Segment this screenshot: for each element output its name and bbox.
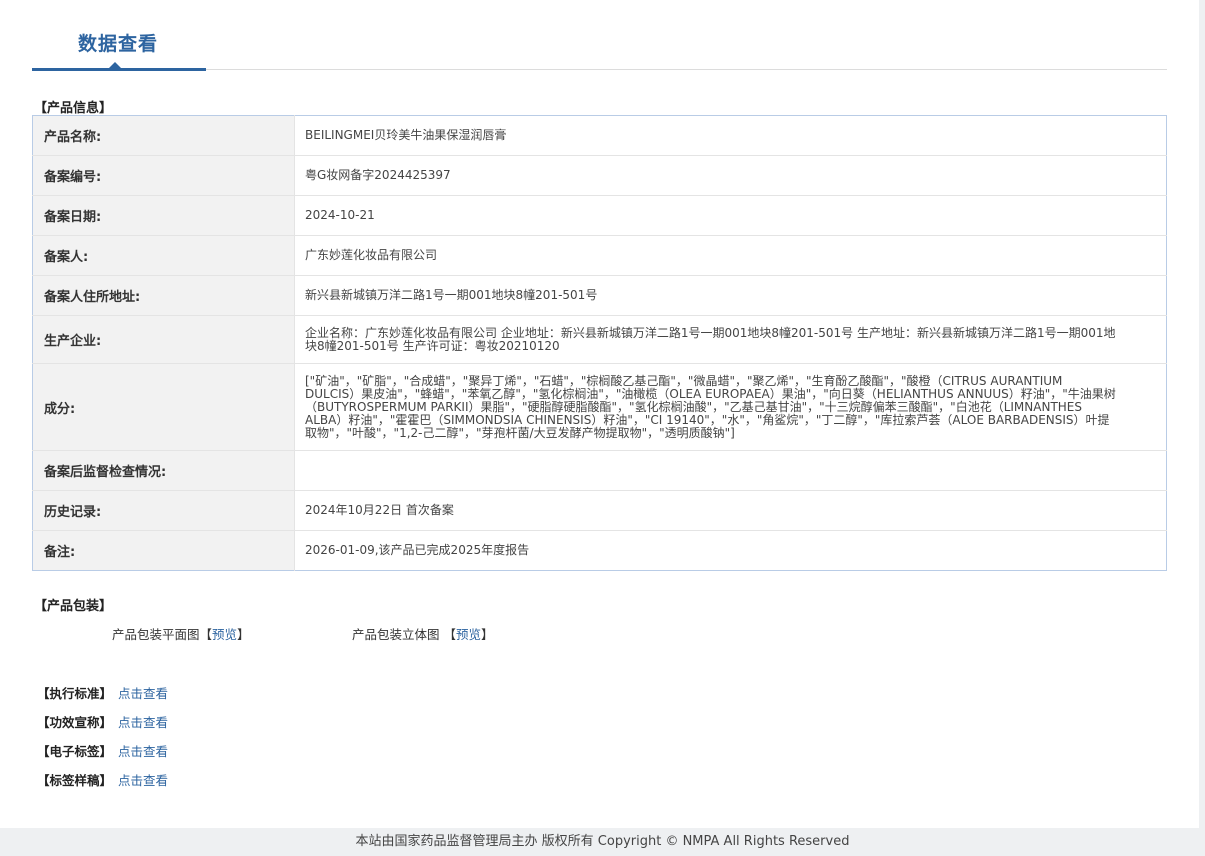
table-row: 生产企业: 企业名称：广东妙莲化妆品有限公司 企业地址：新兴县新城镇万洋二路1号… [32,315,1167,364]
table-row: 备注: 2026-01-09,该产品已完成2025年度报告 [32,530,1167,571]
preview-flat-link[interactable]: 预览 [212,627,237,642]
standard-label: 【功效宣称】 [37,715,113,730]
row-value: 粤G妆网备字2024425397 [294,155,1167,196]
packaging-flat-label: 产品包装平面图 [112,627,200,642]
packaging-heading: 【产品包装】 [34,599,113,614]
row-label: 备案人: [32,235,295,276]
right-scroll-strip [1199,0,1205,828]
packaging-solid-item: 产品包装立体图 【预览】 [352,624,494,643]
packaging-solid-label: 产品包装立体图 [352,627,440,642]
row-value: 2024年10月22日 首次备案 [294,490,1167,531]
row-value: 2026-01-09,该产品已完成2025年度报告 [294,530,1167,571]
row-value: ["矿油"，"矿脂"，"合成蜡"，"聚异丁烯"，"石蜡"，"棕榈酸乙基己酯"，"… [294,363,1167,451]
row-label: 备案后监督检查情况: [32,450,295,491]
row-label: 备案日期: [32,195,295,236]
bracket-close: 】 [481,627,494,642]
row-value: BEILINGMEI贝玲美牛油果保湿润唇膏 [305,128,507,142]
row-label: 备案人住所地址: [32,275,295,316]
preview-solid-link[interactable]: 预览 [456,627,481,642]
table-row: 备案人住所地址: 新兴县新城镇万洋二路1号一期001地块8幢201-501号 [32,275,1167,316]
bracket-open: 【 [443,627,457,642]
table-row: 备案后监督检查情况: [32,450,1167,491]
standard-row-label-sample: 【标签样稿】 点击查看 [37,770,168,789]
standard-row-execution: 【执行标准】 点击查看 [37,683,168,702]
standard-label: 【标签样稿】 [37,773,113,788]
view-electronic-label-link[interactable]: 点击查看 [118,744,168,759]
tab-active-indicator [32,68,206,71]
table-row: 产品名称: BEILINGMEI贝玲美牛油果保湿润唇膏 [32,115,1167,156]
table-row: 成分: ["矿油"，"矿脂"，"合成蜡"，"聚异丁烯"，"石蜡"，"棕榈酸乙基己… [32,363,1167,451]
tab-data-view[interactable]: 数据查看 [78,29,158,56]
tab-bar: 数据查看 [32,0,1167,72]
table-row: 备案人: 广东妙莲化妆品有限公司 [32,235,1167,276]
caret-up-icon [109,62,121,68]
row-value: 新兴县新城镇万洋二路1号一期001地块8幢201-501号 [294,275,1167,316]
table-row: 备案编号: 粤G妆网备字2024425397 [32,155,1167,196]
footer: 本站由国家药品监督管理局主办 版权所有 Copyright © NMPA All… [0,828,1205,856]
standard-row-efficacy: 【功效宣称】 点击查看 [37,712,168,731]
row-label: 历史记录: [32,490,295,531]
table-row: 历史记录: 2024年10月22日 首次备案 [32,490,1167,531]
row-label: 成分: [32,363,295,451]
product-info-table: 产品名称: BEILINGMEI贝玲美牛油果保湿润唇膏 备案编号: 粤G妆网备字… [32,115,1167,571]
row-label: 生产企业: [32,315,295,364]
bracket-close: 】 [237,627,250,642]
product-info-heading: 【产品信息】 [34,101,113,116]
packaging-flat-item: 产品包装平面图【预览】 [112,624,250,643]
row-label: 备注: [32,530,295,571]
row-value: 广东妙莲化妆品有限公司 [294,235,1167,276]
table-row: 备案日期: 2024-10-21 [32,195,1167,236]
row-value [294,450,1167,491]
row-value: 企业名称：广东妙莲化妆品有限公司 企业地址：新兴县新城镇万洋二路1号一期001地… [294,315,1167,364]
standard-label: 【电子标签】 [37,744,113,759]
row-label: 备案编号: [32,155,295,196]
standard-row-elabel: 【电子标签】 点击查看 [37,741,168,760]
copyright-text: 本站由国家药品监督管理局主办 版权所有 Copyright © NMPA All… [355,834,850,849]
row-value: 2024-10-21 [294,195,1167,236]
standard-label: 【执行标准】 [37,686,113,701]
view-efficacy-claim-link[interactable]: 点击查看 [118,715,168,730]
row-label: 产品名称: [32,115,295,156]
view-execution-standard-link[interactable]: 点击查看 [118,686,168,701]
bracket-open: 【 [199,627,213,642]
view-label-sample-link[interactable]: 点击查看 [118,773,168,788]
